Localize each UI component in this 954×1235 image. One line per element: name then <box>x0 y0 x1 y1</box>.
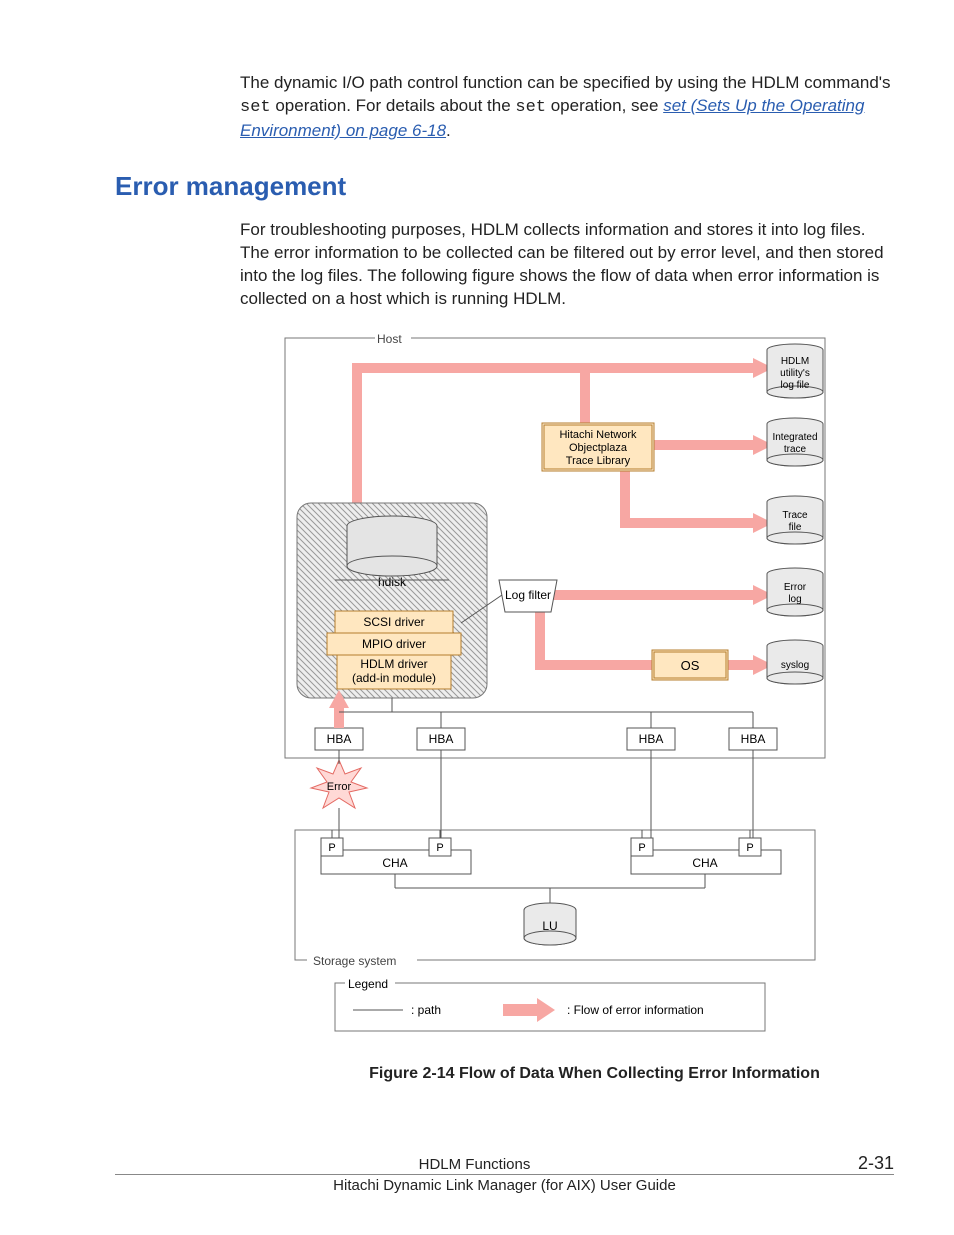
label-mpio-driver: MPIO driver <box>362 637 426 651</box>
error-starburst: Error <box>311 760 367 808</box>
label-lu: LU <box>542 919 557 933</box>
code-set-1: set <box>240 98 271 117</box>
cylinder-trace-file: Trace file <box>767 496 823 544</box>
label-hdlm-driver: HDLM driver <box>360 657 427 671</box>
intro-text: operation, see <box>546 96 663 115</box>
svg-text:trace: trace <box>784 444 807 455</box>
label-hdisk: hdisk <box>378 575 407 589</box>
label-os: OS <box>681 658 700 673</box>
figure-diagram: Host <box>275 328 894 1083</box>
svg-text:Error: Error <box>327 781 352 793</box>
label-hba: HBA <box>429 732 454 746</box>
label-hdlm-driver-sub: (add-in module) <box>352 671 436 685</box>
label-hitachi-3: Trace Library <box>566 455 631 467</box>
label-cha: CHA <box>692 856 717 870</box>
label-hitachi-1: Hitachi Network <box>559 429 637 441</box>
label-host: Host <box>377 332 402 346</box>
svg-text:log file: log file <box>781 380 810 391</box>
footer-doc-title: Hitachi Dynamic Link Manager (for AIX) U… <box>115 1177 894 1194</box>
intro-text: . <box>446 121 451 140</box>
page-footer: HDLM Functions 2-31 Hitachi Dynamic Link… <box>115 1153 894 1194</box>
footer-section: HDLM Functions <box>115 1156 834 1173</box>
label-hitachi-2: Objectplaza <box>569 442 628 454</box>
label-legend: Legend <box>348 977 388 991</box>
label-cha: CHA <box>382 856 407 870</box>
code-set-2: set <box>515 98 546 117</box>
svg-text:log: log <box>788 594 801 605</box>
label-scsi-driver: SCSI driver <box>363 615 424 629</box>
label-p: P <box>638 842 645 854</box>
figure-caption: Figure 2-14 Flow of Data When Collecting… <box>295 1065 894 1083</box>
section-body: For troubleshooting purposes, HDLM colle… <box>240 219 894 311</box>
label-legend-path: : path <box>411 1003 441 1017</box>
svg-text:Integrated: Integrated <box>772 432 817 443</box>
svg-text:Error: Error <box>784 582 807 593</box>
intro-text: operation. For details about the <box>271 96 516 115</box>
heading-error-management: Error management <box>115 171 894 202</box>
label-p: P <box>328 842 335 854</box>
cylinder-error-log: Error log <box>767 568 823 616</box>
svg-text:syslog: syslog <box>781 660 809 671</box>
cylinder-hdlm-utility: HDLM utility's log file <box>767 344 823 398</box>
intro-paragraph: The dynamic I/O path control function ca… <box>240 72 894 143</box>
svg-text:Trace: Trace <box>782 510 808 521</box>
svg-text:file: file <box>789 522 802 533</box>
label-hba: HBA <box>741 732 766 746</box>
label-log-filter: Log filter <box>505 588 551 602</box>
label-p: P <box>746 842 753 854</box>
cylinder-integrated-trace: Integrated trace <box>767 418 823 466</box>
svg-text:utility's: utility's <box>780 368 810 379</box>
label-storage-system: Storage system <box>313 954 396 968</box>
label-hba: HBA <box>327 732 352 746</box>
cylinder-syslog: syslog <box>767 640 823 684</box>
label-hba: HBA <box>639 732 664 746</box>
label-p: P <box>436 842 443 854</box>
footer-page-number: 2-31 <box>834 1153 894 1174</box>
label-legend-flow: : Flow of error information <box>567 1003 704 1017</box>
intro-text: The dynamic I/O path control function ca… <box>240 73 891 92</box>
svg-text:HDLM: HDLM <box>781 356 809 367</box>
